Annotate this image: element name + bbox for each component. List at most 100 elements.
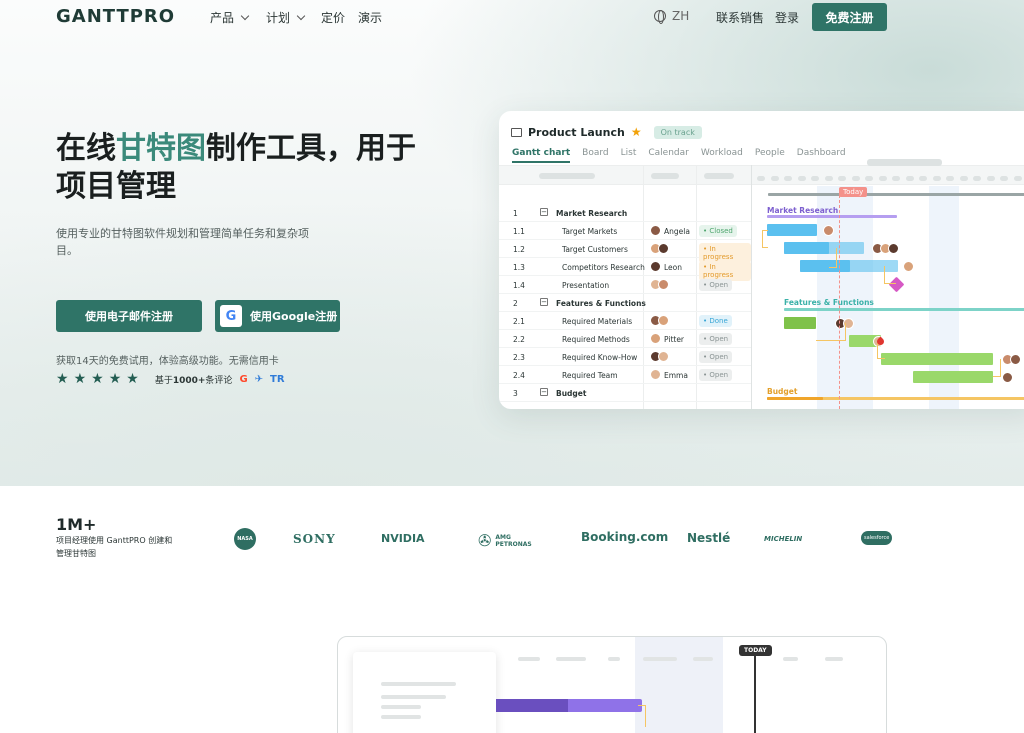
- group-summary-bar[interactable]: [767, 215, 897, 218]
- logo[interactable]: GANTTPRO: [56, 6, 175, 27]
- avatar: [823, 225, 834, 236]
- task-number: 1.3: [513, 263, 525, 272]
- brand-name: Nestlé: [687, 531, 731, 545]
- task-name: Presentation: [562, 281, 610, 290]
- header-placeholder: [608, 657, 620, 661]
- title-accent: 甘特图: [116, 131, 206, 166]
- reviews-prefix: 基于: [154, 375, 173, 386]
- table-row[interactable]: 2.1 Required Materials • Done: [499, 312, 751, 330]
- task-name: Required Materials: [562, 317, 633, 326]
- task-number: 2: [513, 299, 518, 308]
- task-number: 3: [513, 389, 518, 398]
- table-row[interactable]: 1.4 Presentation • Open: [499, 276, 751, 294]
- collapse-icon[interactable]: −: [540, 208, 548, 216]
- tab-dashboard[interactable]: Dashboard: [797, 148, 846, 163]
- header-placeholder: [643, 657, 677, 661]
- tab-workload[interactable]: Workload: [701, 148, 743, 163]
- avatar: [650, 333, 661, 344]
- table-row[interactable]: 2 − Features & Functions: [499, 294, 751, 312]
- collapse-icon[interactable]: −: [540, 298, 548, 306]
- dependency-line: [829, 248, 837, 268]
- status-badge[interactable]: • Closed: [699, 225, 737, 237]
- trustradius-icon[interactable]: TR: [270, 374, 285, 385]
- user-count-value: 1M+: [56, 515, 97, 534]
- task-bar[interactable]: [784, 317, 816, 329]
- dependency-line: [993, 359, 1001, 377]
- task-name: Competitors Research: [562, 263, 645, 272]
- capterra-icon[interactable]: ✈: [255, 374, 263, 385]
- grid-header: [499, 159, 1024, 185]
- brand-name: MICHELIN: [764, 535, 803, 543]
- status-badge[interactable]: • Open: [699, 369, 733, 381]
- dependency-line: [638, 705, 646, 727]
- date-placeholder: [851, 176, 860, 181]
- project-header: Product Launch ★ On track: [511, 125, 702, 139]
- chevron-down-icon: [240, 11, 250, 20]
- task-bar[interactable]: [913, 371, 993, 383]
- task-name: Target Customers: [562, 245, 628, 254]
- demo-bar: [568, 699, 642, 712]
- task-number: 1.1: [513, 227, 525, 236]
- login-link[interactable]: 登录: [775, 9, 799, 26]
- status-badge[interactable]: • Done: [699, 315, 732, 327]
- today-line: [754, 655, 756, 733]
- brand-logo-booking-com: Booking.com: [581, 530, 668, 544]
- tab-board[interactable]: Board: [582, 148, 608, 163]
- date-placeholder: [838, 176, 846, 181]
- nav-item-demo[interactable]: 演示: [358, 9, 382, 26]
- tab-calendar[interactable]: Calendar: [648, 148, 688, 163]
- nav-item-product[interactable]: 产品: [210, 9, 250, 26]
- project-summary-bar[interactable]: [768, 193, 1024, 196]
- status-badge[interactable]: • Open: [699, 279, 733, 291]
- collapse-icon[interactable]: −: [540, 388, 548, 396]
- table-row[interactable]: 1.3 Competitors Research Leon • In progress: [499, 258, 751, 281]
- table-row[interactable]: 2.3 Required Know-How • Open: [499, 348, 751, 366]
- star-icon: ★: [56, 371, 69, 387]
- brand-name: SONY: [293, 532, 336, 546]
- task-bar[interactable]: [784, 242, 829, 254]
- table-row[interactable]: 1.1 Target Markets Angela • Closed: [499, 222, 751, 240]
- header-placeholder: [783, 657, 798, 661]
- group-summary-bar[interactable]: [767, 397, 823, 400]
- date-placeholder: [784, 176, 792, 181]
- task-bar[interactable]: [767, 224, 817, 236]
- avatar: [650, 369, 661, 380]
- group-label: Features & Functions: [784, 298, 874, 307]
- task-name: Target Markets: [562, 227, 618, 236]
- task-number: 2.3: [513, 353, 525, 362]
- language-selector[interactable]: ZH: [654, 9, 689, 24]
- tab-list[interactable]: List: [621, 148, 637, 163]
- page-title: 在线甘特图制作工具，用于项目管理: [56, 130, 436, 206]
- status-badge[interactable]: • Open: [699, 351, 733, 363]
- brand-name: NASA: [237, 536, 253, 542]
- table-row[interactable]: 3 − Budget: [499, 384, 751, 402]
- avatar: [650, 351, 669, 362]
- nav-item-plans[interactable]: 计划: [266, 9, 306, 26]
- signup-button[interactable]: 免费注册: [812, 3, 887, 31]
- task-bar[interactable]: [881, 353, 993, 365]
- table-row[interactable]: 1.2 Target Customers • In progress: [499, 240, 751, 263]
- g2-icon[interactable]: G: [239, 374, 247, 385]
- status-label: Open: [709, 281, 729, 289]
- group-summary-bar[interactable]: [784, 308, 1024, 311]
- google-signup-button[interactable]: G 使用Google注册: [215, 300, 340, 332]
- nav-item-pricing[interactable]: 定价: [321, 9, 345, 26]
- status-badge[interactable]: • Open: [699, 333, 733, 345]
- table-row[interactable]: 2.4 Required Team Emma • Open: [499, 366, 751, 384]
- group-name: Features & Functions: [556, 299, 646, 308]
- task-bar[interactable]: [800, 260, 850, 272]
- star-icon: ★: [73, 371, 87, 387]
- email-signup-button[interactable]: 使用电子邮件注册: [56, 300, 202, 332]
- user-count-caption: 项目经理使用 GanttPRO 创建和管理甘特图: [56, 536, 173, 558]
- reviews-suffix: 条评论: [205, 375, 233, 386]
- date-placeholder: [946, 176, 954, 181]
- tab-gantt-chart[interactable]: Gantt chart: [512, 148, 571, 163]
- contact-sales-link[interactable]: 联系销售: [716, 9, 764, 26]
- assignee-name: Emma: [664, 371, 688, 380]
- trial-note: 获取14天的免费试用，体验高级功能。无需信用卡: [56, 356, 279, 367]
- table-row[interactable]: 2.2 Required Methods Pitter • Open: [499, 330, 751, 348]
- table-row[interactable]: 1 − Market Research: [499, 204, 751, 222]
- dependency-line: [884, 266, 896, 284]
- task-name: Required Team: [562, 371, 618, 380]
- tab-people[interactable]: People: [755, 148, 785, 163]
